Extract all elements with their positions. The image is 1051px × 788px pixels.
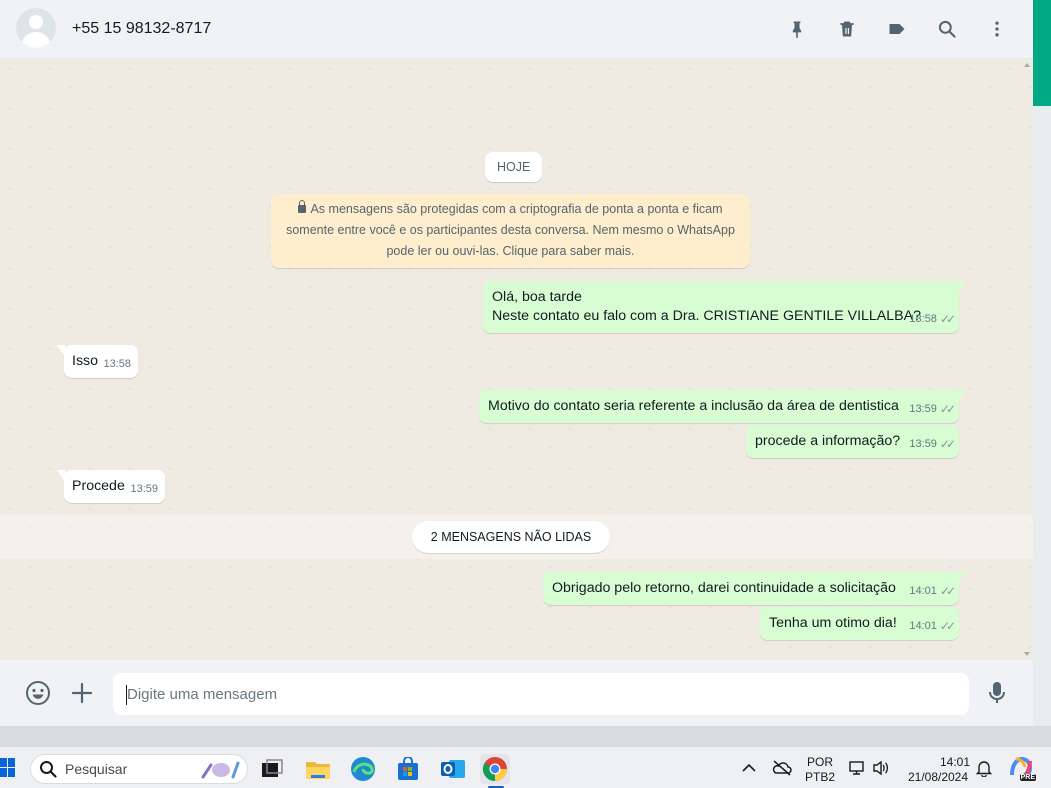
message-composer [0,660,1033,726]
message-time: 13:58 [909,313,937,325]
scroll-down-arrow-icon[interactable] [1024,652,1030,656]
message-time: 14:01 [909,585,937,597]
bubble-tail [57,345,65,357]
microsoft-store-icon[interactable] [393,754,423,784]
search-icon [40,761,57,778]
onedrive-offline-icon[interactable] [772,760,792,781]
message-bubble-outgoing[interactable]: procede a informação? 13:59 ✓✓ [746,425,959,458]
scrollbar-thumb[interactable] [1033,0,1051,106]
message-bubble-outgoing[interactable]: Motivo do contato seria referente a incl… [479,390,966,423]
message-text: Neste contato eu falo com a Dra. CRISTIA… [492,308,921,324]
encryption-notice-line: somente entre você e os participantes de… [286,223,735,237]
clock-date: 21/08/2024 [907,770,969,784]
attach-plus-icon[interactable] [68,679,96,707]
volume-icon[interactable] [872,760,890,781]
message-bubble-incoming[interactable]: Isso 13:58 [57,345,138,378]
taskbar-clock[interactable]: 14:01 21/08/2024 [902,755,974,785]
lock-icon [298,200,307,213]
taskbar-search-text: Pesquisar [65,761,128,777]
chat-header: +55 15 98132-8717 [0,0,1033,59]
network-icon[interactable] [849,760,867,781]
date-chip: HOJE [485,152,543,182]
file-explorer-icon[interactable] [303,754,333,784]
contact-name[interactable]: +55 15 98132-8717 [72,20,211,38]
avatar-body [22,32,50,48]
scroll-up-arrow-icon[interactable] [1024,63,1030,67]
message-meta: 14:01 ✓✓ [909,582,956,601]
desktop-gap [0,726,1051,746]
message-bubble-incoming[interactable]: Procede 13:59 [57,470,165,503]
message-bubble-outgoing[interactable]: Obrigado pelo retorno, darei continuidad… [543,572,966,605]
message-time: 13:58 [103,358,131,370]
bubble-tail [57,470,65,482]
taskbar-search[interactable]: Pesquisar [30,754,248,784]
text-caret [126,685,127,705]
avatar-head [29,15,43,29]
chat-area[interactable]: HOJE As mensagens são protegidas com a c… [0,59,1033,660]
message-bubble-outgoing[interactable]: Tenha um otimo dia! 14:01 ✓✓ [760,607,959,640]
edge-browser-icon[interactable] [348,754,378,784]
avatar[interactable] [16,8,56,48]
message-meta: 13:59 [130,480,158,499]
message-meta: 13:59 ✓✓ [909,435,956,454]
show-hidden-icons-chevron-icon[interactable] [742,761,756,779]
encryption-notice-line: pode ler ou ouvi-las. Clique para saber … [386,244,635,258]
outlook-icon[interactable] [438,754,468,784]
pin-icon[interactable] [785,17,809,41]
search-highlight-icon [201,761,240,779]
bubble-tail [958,390,966,402]
microphone-icon[interactable] [983,679,1011,707]
emoji-icon[interactable] [24,679,52,707]
message-input[interactable] [113,673,969,715]
whatsapp-window: +55 15 98132-8717 HOJE As mensagens são … [0,0,1033,726]
double-check-icon: ✓✓ [939,312,956,326]
message-meta: 13:58 [103,355,131,374]
message-meta: 13:58 ✓✓ [909,310,956,329]
copilot-icon[interactable]: PRE [1008,755,1036,781]
more-vertical-icon[interactable] [985,17,1009,41]
language-line2: PTB2 [804,770,835,784]
message-text: Obrigado pelo retorno, darei continuidad… [552,580,896,596]
unread-messages-divider: 2 MENSAGENS NÃO LIDAS [412,521,610,553]
input-language-indicator[interactable]: POR PTB2 [804,755,836,785]
message-text: Olá, boa tarde [492,289,582,305]
message-text: Motivo do contato seria referente a incl… [488,398,899,414]
message-time: 13:59 [130,483,158,495]
message-bubble-outgoing[interactable]: Olá, boa tarde Neste contato eu falo com… [483,281,966,333]
language-line1: POR [806,755,833,769]
window-scrollbar[interactable] [1033,0,1051,726]
encryption-notice-line: As mensagens são protegidas com a cripto… [271,199,750,220]
bubble-tail [958,281,966,293]
chat-wallpaper [0,59,1033,660]
trash-icon[interactable] [835,17,859,41]
label-icon[interactable] [885,17,909,41]
clock-time: 14:01 [939,755,970,769]
encryption-notice-text: As mensagens são protegidas com a cripto… [310,202,723,216]
notifications-bell-icon[interactable] [975,760,993,782]
message-meta: 14:01 ✓✓ [909,617,956,636]
message-meta: 13:59 ✓✓ [909,400,956,419]
bubble-tail [958,572,966,584]
windows-start-icon[interactable] [0,758,16,778]
double-check-icon: ✓✓ [939,584,956,598]
copilot-badge: PRE [1019,774,1036,781]
task-view-icon[interactable] [257,754,287,784]
double-check-icon: ✓✓ [939,619,956,633]
chrome-browser-icon[interactable] [480,754,510,784]
windows-taskbar: Pesquisar POR PTB2 14:01 21/08/2024 PRE [0,746,1051,788]
message-time: 14:01 [909,620,937,632]
message-time: 13:59 [909,438,937,450]
encryption-notice[interactable]: As mensagens são protegidas com a cripto… [271,194,750,268]
double-check-icon: ✓✓ [939,402,956,416]
double-check-icon: ✓✓ [939,437,956,451]
message-time: 13:59 [909,403,937,415]
search-icon[interactable] [935,17,959,41]
